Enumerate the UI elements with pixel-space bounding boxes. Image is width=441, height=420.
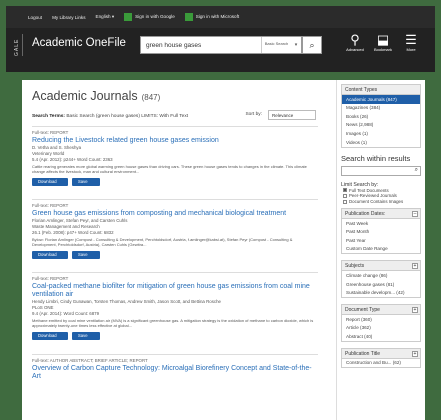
result-item: Full-text: REPORT Green house gas emissi… bbox=[32, 199, 318, 272]
search-terms-value: Basic Search (green house gases) LIMITS:… bbox=[66, 113, 189, 119]
doctype-item[interactable]: Abstract (40) bbox=[342, 332, 420, 341]
collapse-icon[interactable]: – bbox=[412, 210, 418, 217]
download-pdf-button[interactable]: Download PDF bbox=[32, 250, 68, 265]
content-type-images[interactable]: Images (1) bbox=[342, 129, 420, 138]
content-type-magazines[interactable]: Magazines (384) bbox=[342, 104, 420, 113]
more-menu-button[interactable]: ☰ More bbox=[398, 32, 424, 53]
result-date: 5.4 (Apr. 2012): p244+ Word Count: 2363 bbox=[32, 157, 113, 162]
pubdate-past-week[interactable]: Past Week bbox=[342, 219, 420, 228]
subjects-box: Subjects + Climate change (86) Greenhouse… bbox=[341, 260, 421, 299]
content-type-news[interactable]: News (2,988) bbox=[342, 121, 420, 130]
expand-icon[interactable]: + bbox=[412, 307, 418, 314]
hamburger-icon: ☰ bbox=[405, 32, 417, 47]
result-abstract: Cattle rearing generates more global war… bbox=[32, 164, 307, 175]
logout-link[interactable]: Logout bbox=[28, 15, 42, 20]
advanced-search-icon: ⚲ bbox=[350, 32, 360, 47]
download-pdf-button[interactable]: Download PDF bbox=[32, 331, 68, 346]
pubdates-box: Publication Dates: – Past Week Past Month… bbox=[341, 207, 421, 255]
top-utility-bar: Logout My Library Links English ▾ Sign i… bbox=[6, 6, 435, 28]
pubdate-past-month[interactable]: Past Month bbox=[342, 228, 420, 237]
checkbox-icon bbox=[343, 194, 347, 199]
expand-icon[interactable]: + bbox=[412, 350, 418, 357]
search-within-heading: Search within results bbox=[341, 153, 411, 163]
bookmark-button[interactable]: ⬓ Bookmark bbox=[370, 32, 396, 53]
save-button[interactable]: Save bbox=[72, 331, 100, 340]
result-type: Full-text: REPORT bbox=[32, 130, 69, 135]
search-scope-select[interactable]: Basic Search bbox=[261, 37, 291, 53]
doctype-item[interactable]: Report (360) bbox=[342, 315, 420, 324]
result-abstract: Methane emitted by coal mine ventilation… bbox=[32, 318, 314, 329]
results-list: Full-text: REPORT Reducing the Livestock… bbox=[32, 126, 318, 384]
bookmark-icon: ⬓ bbox=[376, 32, 390, 47]
doctype-header[interactable]: Document Type + bbox=[342, 305, 420, 316]
result-date: 26.1 (Feb. 2008): p47+ Word Count: 6832 bbox=[32, 230, 114, 235]
result-item: Full-text: AUTHOR ABSTRACT; BRIEF ARTICL… bbox=[32, 354, 318, 384]
search-within-input[interactable]: ⌕ bbox=[341, 165, 421, 176]
limit-images-checkbox[interactable]: Document Contains Images bbox=[341, 199, 421, 205]
result-title-link[interactable]: Green house gas emissions from compostin… bbox=[32, 210, 318, 218]
google-signin-button[interactable]: Sign in with Google bbox=[124, 13, 175, 21]
search-input[interactable]: green house gases bbox=[141, 42, 261, 49]
sort-select[interactable]: Relevance bbox=[268, 110, 316, 120]
microsoft-icon bbox=[184, 13, 193, 21]
subject-item[interactable]: Sustainable developm... (42) bbox=[342, 289, 420, 298]
filter-sidebar: Content Types Academic Journals (847) Ma… bbox=[336, 80, 425, 420]
pubdates-header[interactable]: Publication Dates: – bbox=[342, 208, 420, 219]
google-icon bbox=[124, 13, 133, 21]
pubtitle-header[interactable]: Publication Title + bbox=[342, 348, 420, 359]
result-type: Full-text: REPORT bbox=[32, 276, 69, 281]
result-title-link[interactable]: Overview of Carbon Capture Technology: M… bbox=[32, 365, 318, 381]
content-type-videos[interactable]: Videos (1) bbox=[342, 138, 420, 147]
doctype-box: Document Type + Report (360) Article (362… bbox=[341, 304, 421, 342]
result-type: Full-text: AUTHOR ABSTRACT; BRIEF ARTICL… bbox=[32, 358, 148, 363]
gale-logo: GALE bbox=[14, 34, 23, 56]
checkbox-checked-icon bbox=[343, 188, 347, 193]
search-icon: ⌕ bbox=[309, 39, 315, 50]
language-selector[interactable]: English ▾ bbox=[96, 14, 115, 20]
sort-label: Sort by: bbox=[245, 112, 262, 117]
search-box: green house gases Basic Search ▾ bbox=[140, 36, 302, 54]
search-icon[interactable]: ⌕ bbox=[415, 167, 418, 174]
download-pdf-button[interactable]: Download PDF bbox=[32, 177, 68, 192]
subject-item[interactable]: Climate change (86) bbox=[342, 271, 420, 280]
subject-item[interactable]: Greenhouse gases (81) bbox=[342, 280, 420, 289]
app-frame: Logout My Library Links English ▾ Sign i… bbox=[0, 0, 441, 420]
my-library-links[interactable]: My Library Links bbox=[52, 15, 85, 20]
pubdate-past-year[interactable]: Past Year bbox=[342, 236, 420, 245]
advanced-search-button[interactable]: ⚲ Advanced bbox=[342, 32, 368, 53]
pubtitle-box: Publication Title + Construction and Bu..… bbox=[341, 347, 421, 369]
result-date: 9.4 (Apr. 2014): Word Count: 6879 bbox=[32, 311, 100, 316]
result-item: Full-text: REPORT Reducing the Livestock… bbox=[32, 126, 318, 199]
page-title: Academic Journals (847) bbox=[32, 89, 161, 103]
result-title-link[interactable]: Reducing the Livestock related green hou… bbox=[32, 137, 318, 145]
result-item: Full-text: REPORT Coal-packed methane bi… bbox=[32, 272, 318, 354]
doctype-item[interactable]: Article (362) bbox=[342, 324, 420, 333]
app-title[interactable]: Academic OneFile bbox=[32, 37, 126, 49]
subjects-header[interactable]: Subjects + bbox=[342, 261, 420, 272]
result-title-link[interactable]: Coal-packed methane biofilter for mitiga… bbox=[32, 283, 318, 299]
results-column: Academic Journals (847) Search Terms: Bas… bbox=[22, 80, 328, 420]
expand-icon[interactable]: + bbox=[412, 263, 418, 270]
save-button[interactable]: Save bbox=[72, 177, 100, 186]
content-types-header: Content Types bbox=[342, 85, 420, 95]
result-count: (847) bbox=[141, 93, 161, 102]
app-header: GALE Academic OneFile green house gases … bbox=[6, 28, 435, 93]
result-abstract: Bylow: Florian Amlinger (Compost - Consu… bbox=[32, 237, 293, 248]
content-panel: Academic Journals (847) Search Terms: Bas… bbox=[22, 80, 425, 420]
content-types-box: Content Types Academic Journals (847) Ma… bbox=[341, 84, 421, 148]
search-button[interactable]: ⌕ bbox=[302, 36, 322, 54]
content-type-academic-journals[interactable]: Academic Journals (847) bbox=[342, 95, 420, 104]
pubtitle-item[interactable]: Construction and Bu... (62) bbox=[342, 359, 420, 368]
pubdate-custom-range[interactable]: Custom Date Range bbox=[342, 245, 420, 254]
microsoft-signin-button[interactable]: Sign in with Microsoft bbox=[184, 13, 239, 21]
chevron-down-icon[interactable]: ▾ bbox=[291, 42, 301, 48]
content-type-books[interactable]: Books (26) bbox=[342, 112, 420, 121]
save-button[interactable]: Save bbox=[72, 250, 100, 259]
checkbox-icon bbox=[343, 200, 347, 204]
result-type: Full-text: REPORT bbox=[32, 203, 69, 208]
